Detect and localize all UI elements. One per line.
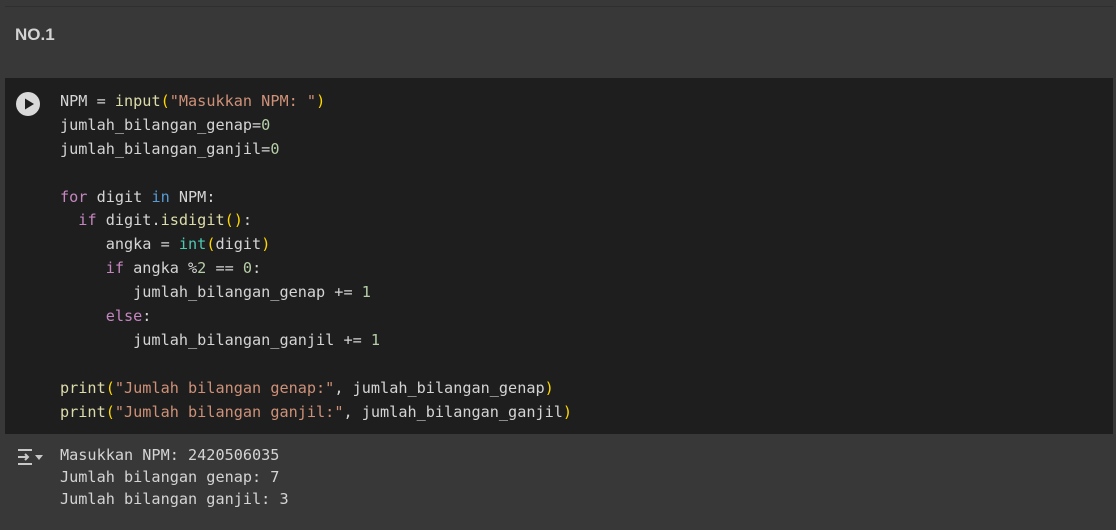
run-cell-button[interactable] bbox=[16, 92, 40, 116]
code-line-13: print("Jumlah bilangan genap:", jumlah_b… bbox=[60, 378, 554, 397]
code-line-14: print("Jumlah bilangan ganjil:", jumlah_… bbox=[60, 402, 573, 421]
code-line-8: if angka %2 == 0: bbox=[105, 259, 262, 278]
code-cell[interactable]: NPM = input("Masukkan NPM: ") jumlah_bila… bbox=[5, 78, 1113, 434]
output-line: Jumlah bilangan ganjil: 3 bbox=[60, 490, 289, 508]
code-line-10: else: bbox=[105, 307, 152, 326]
code-editor[interactable]: NPM = input("Masukkan NPM: ") jumlah_bila… bbox=[60, 90, 572, 424]
text-cell[interactable]: NO.1 bbox=[5, 6, 1113, 63]
code-line-5: for digit in NPM: bbox=[60, 187, 216, 206]
output-line: Masukkan NPM: 2420506035 bbox=[60, 446, 280, 464]
output-toggle-icon[interactable] bbox=[16, 446, 46, 468]
code-line-11: jumlah_bilangan_ganjil += 1 bbox=[60, 330, 381, 349]
play-circle-icon bbox=[17, 93, 39, 115]
cell-output: Masukkan NPM: 2420506035 Jumlah bilangan… bbox=[0, 434, 1116, 530]
code-line-6: if digit.isdigit(): bbox=[78, 211, 253, 230]
output-text: Masukkan NPM: 2420506035 Jumlah bilangan… bbox=[60, 444, 289, 510]
cell-heading: NO.1 bbox=[15, 25, 55, 44]
code-line-2: jumlah_bilangan_genap=0 bbox=[60, 115, 271, 134]
code-line-9: jumlah_bilangan_genap += 1 bbox=[60, 283, 371, 302]
code-line-7: angka = int(digit) bbox=[60, 235, 271, 254]
code-line-1: NPM = input("Masukkan NPM: ") bbox=[60, 92, 326, 110]
output-line: Jumlah bilangan genap: 7 bbox=[60, 468, 280, 486]
code-line-3: jumlah_bilangan_ganjil=0 bbox=[60, 139, 280, 158]
